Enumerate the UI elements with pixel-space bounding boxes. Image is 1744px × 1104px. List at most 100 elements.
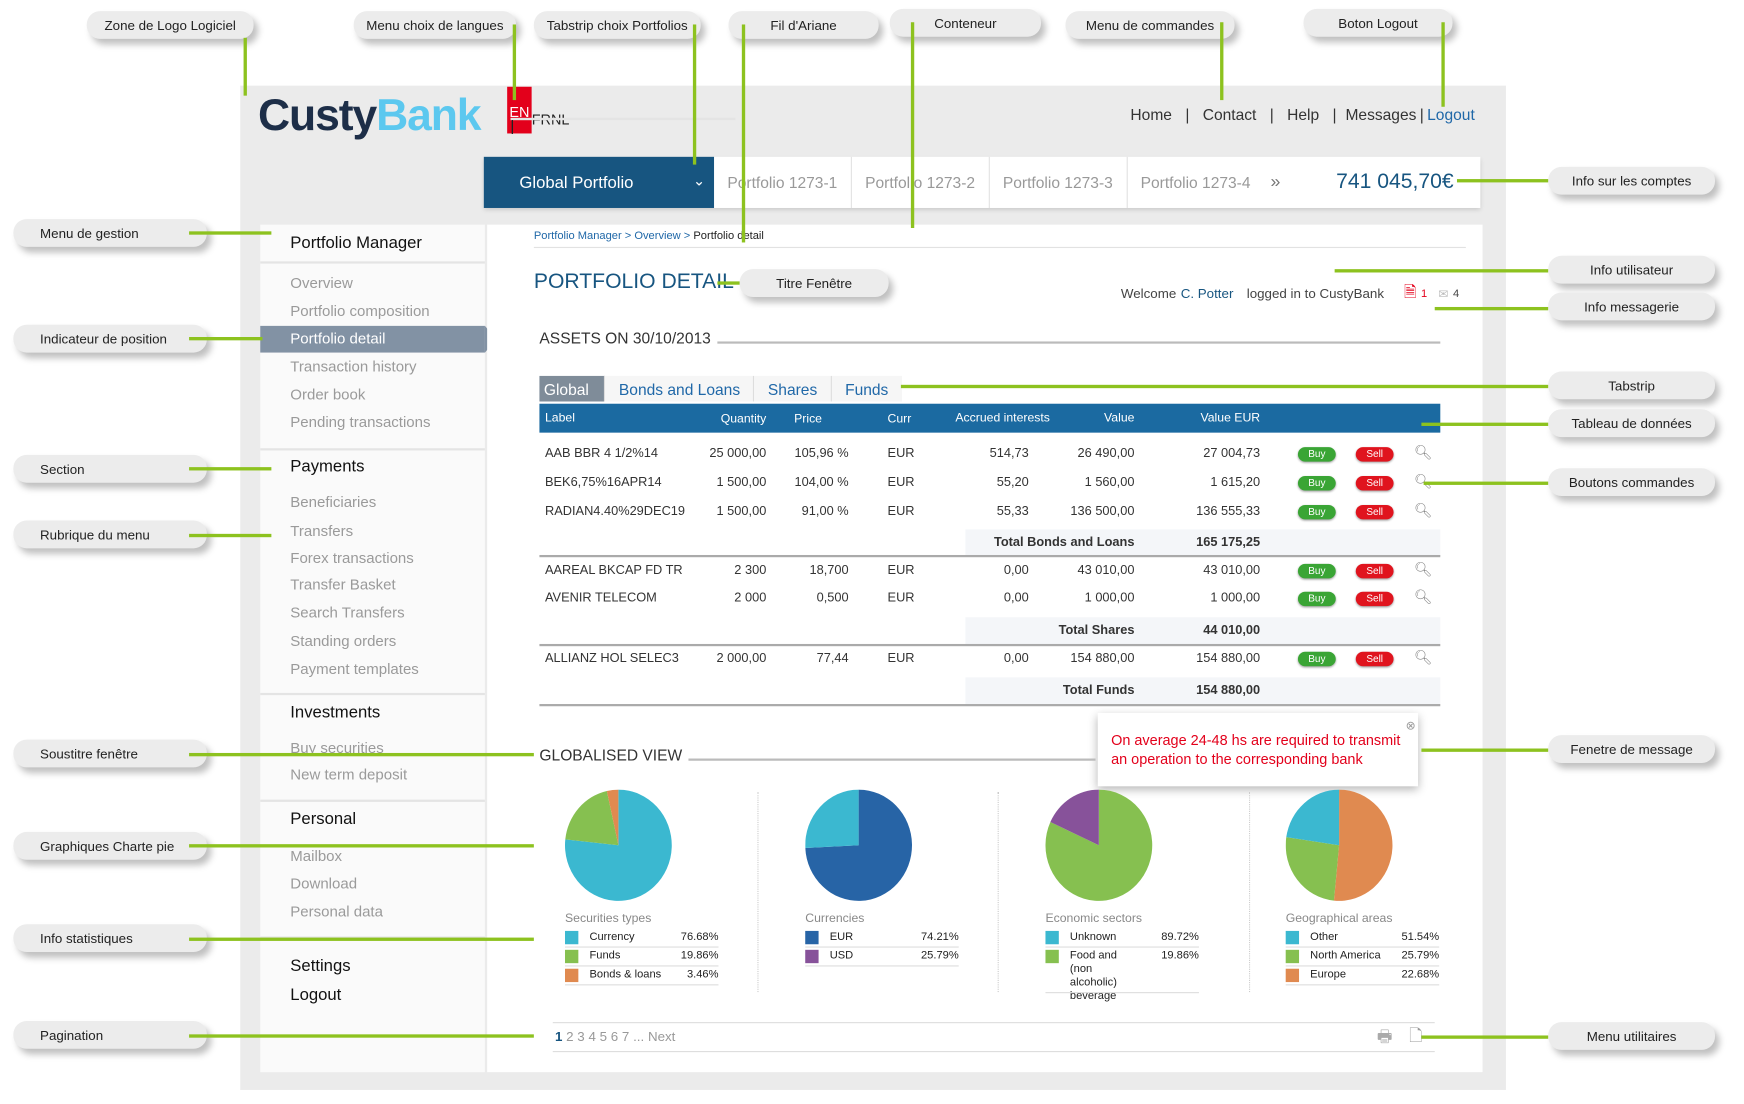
- divider: [539, 554, 1441, 558]
- page-link[interactable]: 4: [588, 1029, 595, 1045]
- page-title: PORTFOLIO DETAIL: [533, 270, 734, 294]
- menu-item-transaction-history[interactable]: Transaction history: [290, 358, 416, 375]
- menu-logout[interactable]: Logout: [290, 985, 341, 1004]
- col-price[interactable]: Price: [794, 413, 822, 426]
- menu-item-portfolio-detail[interactable]: Portfolio detail: [290, 330, 385, 347]
- buy-button[interactable]: Buy: [1297, 504, 1336, 520]
- callout-tabstrip: Tabstrip: [1548, 371, 1716, 400]
- callout-window-title: Titre Fenêtre: [739, 269, 889, 297]
- logout-link[interactable]: Logout: [1427, 106, 1475, 124]
- breadcrumb-link[interactable]: Overview: [634, 230, 680, 242]
- user-name[interactable]: C. Potter: [1181, 286, 1234, 302]
- nav-messages[interactable]: Messages: [1345, 106, 1416, 124]
- pie-slice[interactable]: [1285, 837, 1340, 901]
- page-link[interactable]: 7: [622, 1029, 629, 1045]
- page-link[interactable]: 6: [611, 1029, 618, 1045]
- tab-bonds-loans[interactable]: Bonds and Loans: [605, 375, 755, 402]
- page-current[interactable]: 1: [555, 1029, 562, 1045]
- sell-button[interactable]: Sell: [1355, 504, 1394, 520]
- section-investments[interactable]: Investments: [290, 703, 380, 722]
- tab-funds[interactable]: Funds: [831, 375, 902, 402]
- mail-icon[interactable]: ✉: [1438, 286, 1448, 301]
- menu-item-transfers[interactable]: Transfers: [290, 523, 353, 540]
- menu-item-download[interactable]: Download: [290, 875, 357, 892]
- section-personal[interactable]: Personal: [290, 810, 356, 829]
- next-page[interactable]: Next: [648, 1029, 675, 1045]
- col-value-eur[interactable]: Value EUR: [1200, 412, 1260, 425]
- menu-item-forex[interactable]: Forex transactions: [290, 549, 414, 566]
- search-icon[interactable]: 🔍︎: [1414, 588, 1432, 606]
- col-label[interactable]: Label: [545, 412, 575, 425]
- pie-slice[interactable]: [1333, 789, 1393, 901]
- print-icon[interactable]: 🖶: [1377, 1025, 1393, 1053]
- col-accrued[interactable]: Accrued interests: [955, 412, 1050, 425]
- pie-title: Securities types: [564, 912, 652, 926]
- pie-chart: Economic sectors Unknown 89.72% Food and (n…: [1045, 789, 1285, 1002]
- portfolio-tab[interactable]: Portfolio 1273-1: [714, 156, 852, 208]
- sell-button[interactable]: Sell: [1355, 447, 1394, 462]
- buy-button[interactable]: Buy: [1297, 447, 1336, 462]
- col-curr[interactable]: Curr: [888, 413, 912, 426]
- sell-button[interactable]: Sell: [1355, 651, 1394, 667]
- nav-home[interactable]: Home: [1130, 106, 1172, 124]
- col-value[interactable]: Value: [1104, 412, 1134, 425]
- callout-line: [910, 22, 915, 229]
- page-link[interactable]: 5: [600, 1029, 607, 1045]
- close-icon[interactable]: ⊗: [1406, 717, 1416, 736]
- menu-item-overview[interactable]: Overview: [290, 275, 353, 292]
- callout-command-buttons: Boutons commandes: [1548, 468, 1716, 497]
- total-value: 154 880,00: [1196, 684, 1261, 698]
- breadcrumb-link[interactable]: Portfolio Manager: [534, 230, 622, 242]
- more-portfolios-icon[interactable]: »: [1271, 172, 1281, 192]
- logo[interactable]: CustyBank: [258, 91, 481, 141]
- sell-button[interactable]: Sell: [1355, 563, 1394, 579]
- table-cell: EUR: [887, 591, 915, 606]
- portfolio-tab[interactable]: Portfolio 1273-3: [990, 156, 1128, 208]
- legend-swatch: [564, 930, 579, 945]
- tab-shares[interactable]: Shares: [754, 375, 832, 402]
- buy-button[interactable]: Buy: [1297, 651, 1336, 667]
- search-icon[interactable]: 🔍︎: [1414, 444, 1432, 462]
- menu-item-mailbox[interactable]: Mailbox: [290, 847, 342, 864]
- portfolio-tab[interactable]: Portfolio 1273-2: [852, 156, 990, 208]
- page-link[interactable]: 3: [577, 1029, 584, 1045]
- buy-button[interactable]: Buy: [1297, 591, 1336, 607]
- search-icon[interactable]: 🔍︎: [1414, 502, 1432, 520]
- page-link[interactable]: 2: [566, 1029, 573, 1045]
- menu-item-transfer-basket[interactable]: Transfer Basket: [290, 576, 395, 593]
- nav-help[interactable]: Help: [1287, 106, 1319, 124]
- menu-item-pending-transactions[interactable]: Pending transactions: [290, 414, 430, 431]
- pie-slice[interactable]: [1286, 789, 1340, 846]
- search-icon[interactable]: 🔍︎: [1414, 648, 1432, 666]
- message-window: ⊗ On average 24-48 hs are required to tr…: [1097, 712, 1419, 787]
- command-menu: Home | Contact | Help | Messages | Logout: [1130, 105, 1475, 124]
- total-value: 165 175,25: [1196, 536, 1261, 550]
- menu-item-personal-data[interactable]: Personal data: [290, 903, 383, 920]
- menu-item-portfolio-composition[interactable]: Portfolio composition: [290, 303, 429, 320]
- sell-button[interactable]: Sell: [1355, 476, 1394, 491]
- col-quantity[interactable]: Quantity: [721, 413, 767, 426]
- section-payments[interactable]: Payments: [290, 457, 364, 476]
- section-portfolio-manager[interactable]: Portfolio Manager: [290, 234, 422, 253]
- menu-item-beneficiaries[interactable]: Beneficiaries: [290, 494, 376, 511]
- menu-item-standing-orders[interactable]: Standing orders: [290, 633, 396, 650]
- menu-item-search-transfers[interactable]: Search Transfers: [290, 604, 404, 621]
- nav-contact[interactable]: Contact: [1203, 106, 1257, 124]
- menu-item-new-term-deposit[interactable]: New term deposit: [290, 766, 407, 783]
- table-cell: AVENIR TELECOM: [544, 591, 657, 606]
- menu-item-payment-templates[interactable]: Payment templates: [290, 661, 419, 678]
- menu-settings[interactable]: Settings: [290, 956, 350, 975]
- legend-item: Unknown 89.72%: [1045, 930, 1199, 948]
- pie-slice[interactable]: [805, 789, 859, 849]
- tab-global[interactable]: Global: [539, 375, 606, 402]
- menu-item-order-book[interactable]: Order book: [290, 386, 365, 403]
- global-portfolio-dropdown[interactable]: Global Portfolio ⌄: [483, 156, 715, 208]
- buy-button[interactable]: Buy: [1297, 476, 1336, 491]
- buy-button[interactable]: Buy: [1297, 563, 1336, 579]
- portfolio-tab[interactable]: Portfolio 1273-4: [1127, 157, 1264, 208]
- legend-swatch: [805, 949, 819, 964]
- sell-button[interactable]: Sell: [1355, 591, 1394, 607]
- search-icon[interactable]: 🔍︎: [1414, 561, 1432, 579]
- document-icon[interactable]: 🗎: [1404, 280, 1417, 307]
- callout-line: [189, 467, 272, 471]
